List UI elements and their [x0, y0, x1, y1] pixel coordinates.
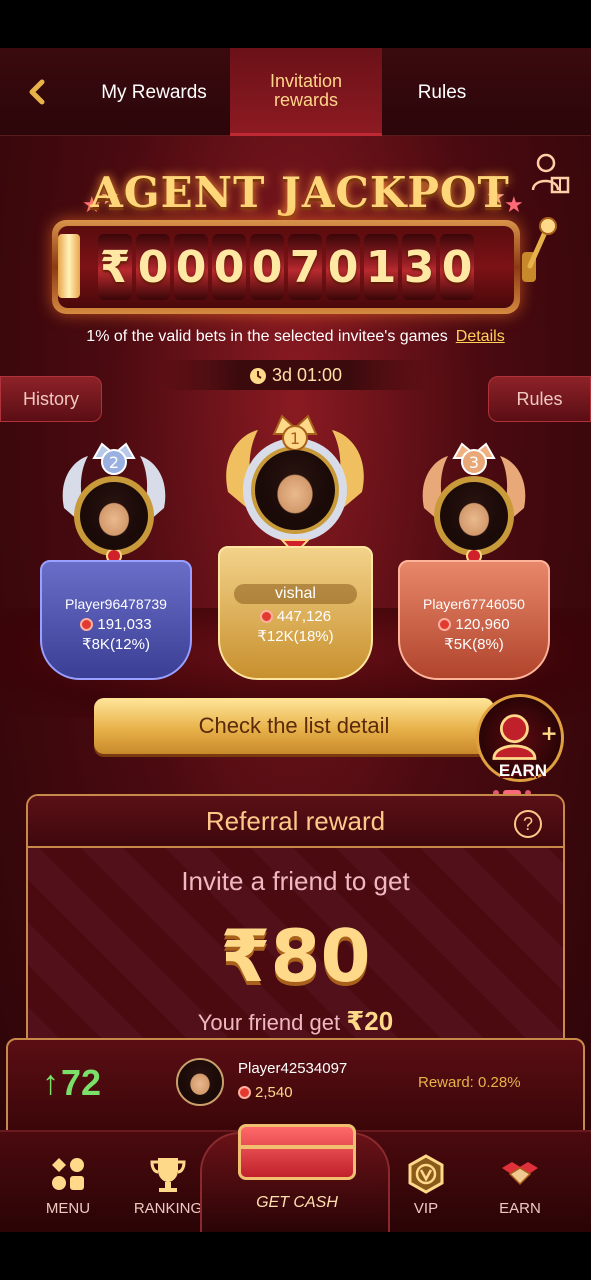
player-score: 120,960: [400, 616, 548, 633]
player-name: Player67746050: [423, 596, 525, 612]
currency-reel: ₹: [98, 234, 132, 300]
jackpot-counter: ₹ 0 0 0 0 7 0 1 3 0: [52, 220, 520, 314]
rank-3-medal: 3: [416, 438, 532, 568]
player-name: Player96478739: [65, 596, 167, 612]
menu-grid-icon: [52, 1158, 84, 1190]
handshake-icon: [502, 1162, 538, 1186]
avatar: [440, 482, 508, 550]
player-score: 2,540: [238, 1084, 293, 1101]
digit-reel: 0: [136, 234, 170, 300]
nav-ranking-label: RANKING: [133, 1200, 203, 1217]
digit-reel: 1: [364, 234, 398, 300]
leader-card-rank-2[interactable]: Player96478739 191,033 ₹8K(12%): [40, 560, 192, 680]
score-value: 120,960: [455, 616, 510, 633]
avatar: [80, 482, 148, 550]
player-reward: ₹5K(8%): [444, 636, 504, 653]
jackpot-title: AGENT JACKPOT: [90, 168, 510, 217]
rank-1-medal: 1: [214, 412, 376, 562]
nav-menu[interactable]: MENU: [18, 1154, 118, 1217]
player-name: Player42534097: [238, 1060, 348, 1077]
reward-rate: Reward: 0.28%: [418, 1074, 521, 1091]
digit-reel: 0: [326, 234, 360, 300]
player-reward: ₹8K(12%): [82, 636, 150, 653]
tab-invitation-rewards[interactable]: Invitation rewards: [230, 48, 382, 136]
score-value: 191,033: [97, 616, 152, 633]
details-link[interactable]: Details: [456, 328, 505, 345]
svg-text:+: +: [541, 721, 558, 745]
header-tabs: My Rewards Invitation rewards Rules: [0, 48, 591, 136]
earn-badge-label: EARN: [498, 761, 548, 780]
treasure-chest-icon: [238, 1124, 356, 1180]
clock-icon: [249, 368, 266, 384]
tab-my-rewards[interactable]: My Rewards: [80, 48, 228, 136]
svg-text:1: 1: [290, 429, 300, 448]
player-name: vishal: [234, 584, 357, 604]
player-reward: ₹12K(18%): [257, 628, 334, 645]
chevron-left-icon: [29, 79, 45, 105]
invite-count: ↑ 72: [42, 1062, 101, 1104]
chip-icon: [259, 610, 273, 623]
digit-reel: 7: [288, 234, 322, 300]
check-list-detail-button[interactable]: Check the list detail: [94, 698, 494, 754]
tab-rules[interactable]: Rules: [382, 48, 502, 136]
help-icon[interactable]: ?: [514, 810, 542, 838]
countdown-timer: 3d 01:00: [160, 360, 430, 390]
referral-title: Referral reward: [28, 796, 563, 848]
nav-vip[interactable]: VIP: [376, 1154, 476, 1217]
invite-count-value: 72: [61, 1062, 102, 1103]
vip-badge-icon: [408, 1154, 444, 1194]
jackpot-description-text: 1% of the valid bets in the selected inv…: [86, 328, 448, 345]
invite-friend-icon[interactable]: [530, 152, 570, 194]
nav-earn[interactable]: EARN: [470, 1154, 570, 1217]
score-value: 447,126: [276, 608, 332, 625]
earn-badge[interactable]: + EARN: [476, 694, 564, 782]
rules-button[interactable]: Rules: [488, 376, 591, 422]
nav-get-cash[interactable]: GET CASH: [200, 1124, 390, 1232]
digit-reel: 0: [250, 234, 284, 300]
referral-amount: ₹80: [220, 914, 371, 998]
nav-earn-label: EARN: [499, 1200, 541, 1217]
svg-text:3: 3: [469, 453, 479, 472]
arrow-up-icon: ↑: [42, 1063, 59, 1102]
nav-menu-label: MENU: [45, 1200, 91, 1217]
score-value: 2,540: [255, 1084, 293, 1101]
nav-get-cash-label: GET CASH: [256, 1194, 338, 1211]
player-score: 191,033: [42, 616, 190, 633]
referral-invite-text: Invite a friend to get: [181, 866, 410, 896]
app-screen: My Rewards Invitation rewards Rules ★ ★ …: [0, 48, 591, 1232]
leader-card-rank-1[interactable]: vishal 447,126 ₹12K(18%): [218, 546, 373, 680]
leader-card-rank-3[interactable]: Player67746050 120,960 ₹5K(8%): [398, 560, 550, 680]
system-nav-area: [0, 1232, 591, 1280]
back-button[interactable]: [20, 74, 56, 110]
bottom-nav: MENU RANKING GET CASH VIP EARN: [0, 1124, 591, 1232]
digit-reel: 0: [212, 234, 246, 300]
timer-value: 3d 01:00: [271, 364, 343, 385]
rank-2-medal: 2: [54, 438, 174, 568]
player-score: 447,126: [220, 608, 371, 625]
avatar: [255, 450, 335, 530]
lever-icon: [522, 217, 557, 282]
svg-text:2: 2: [109, 453, 119, 472]
digit-reel: 0: [174, 234, 208, 300]
jackpot-description: 1% of the valid bets in the selected inv…: [0, 328, 591, 346]
chip-icon: [438, 618, 452, 631]
trophy-icon: [150, 1158, 186, 1192]
player-info-bar: ↑ 72 Player42534097 2,540 Reward: 0.28%: [6, 1038, 585, 1134]
chip-icon: [238, 1086, 251, 1099]
referral-friend-text: Your friend get ₹20: [28, 1006, 563, 1037]
friend-amount: ₹20: [346, 1006, 394, 1036]
digit-reel: 0: [440, 234, 474, 300]
history-button[interactable]: History: [0, 376, 102, 422]
machine-side-plate: [58, 234, 80, 298]
nav-vip-label: VIP: [413, 1200, 439, 1217]
digit-reel: 3: [402, 234, 436, 300]
chip-icon: [80, 618, 94, 631]
status-bar-area: [0, 0, 591, 48]
avatar: [176, 1058, 224, 1106]
friend-text: Your friend get: [197, 1010, 341, 1035]
